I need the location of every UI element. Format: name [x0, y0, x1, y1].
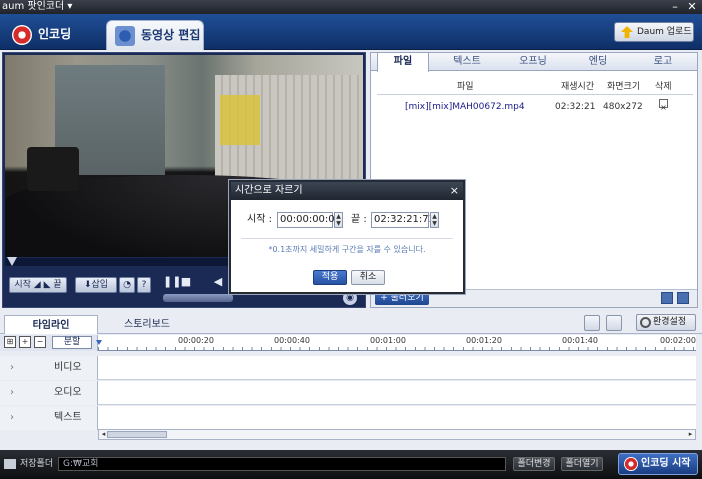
tick-label: 00:02:00 [660, 336, 696, 345]
thumbnail-view-icon[interactable] [661, 292, 673, 304]
dialog-title: 시간으로 자르기 [235, 185, 303, 196]
insert-button[interactable]: ⬇삽입 [75, 277, 117, 293]
col-duration: 재생시간 [561, 82, 595, 92]
track-label: 오디오 [54, 387, 82, 398]
timeline-tools: ⊞ + − 분할 [0, 335, 98, 351]
fit-icon[interactable]: ⊞ [4, 336, 16, 348]
folder-icon [4, 459, 16, 469]
delete-file-button[interactable]: × [659, 99, 668, 112]
encode-reel-icon [624, 457, 638, 471]
file-row[interactable]: [mix][mix]MAH00672.mp4 02:32:21 480x272 … [377, 99, 693, 115]
save-icon[interactable] [606, 315, 622, 331]
list-view-icon[interactable] [677, 292, 689, 304]
scissors-icon [115, 26, 135, 46]
change-folder-button[interactable]: 폴더변경 [513, 457, 555, 471]
col-size: 화면크기 [607, 82, 641, 92]
end-time-input[interactable]: 02:32:21:73 [371, 212, 435, 228]
tab-ending[interactable]: 엔딩 [573, 53, 623, 71]
tick-label: 00:00:20 [178, 336, 214, 345]
tick-label: 00:00:40 [274, 336, 310, 345]
file-duration: 02:32:21 [555, 102, 596, 112]
help-button[interactable]: ? [137, 277, 151, 293]
tick-label: 00:01:00 [370, 336, 406, 345]
minimize-button[interactable]: – [668, 0, 682, 14]
stop-button[interactable]: ■ [179, 275, 193, 289]
col-file: 파일 [457, 82, 474, 92]
bottom-bar: 저장폴더 G:₩교회 폴더변경 폴더열기 인코딩 시작 [0, 450, 702, 479]
window-title[interactable]: aum 팟인코더 ▾ [2, 0, 72, 14]
zoom-out-icon[interactable]: − [34, 336, 46, 348]
cancel-button[interactable]: 취소 [351, 270, 385, 285]
file-tabs: 파일 텍스트 오프닝 엔딩 로고 [371, 53, 697, 72]
encode-reel-icon [12, 25, 32, 45]
tab-opening[interactable]: 오프닝 [505, 53, 561, 71]
tab-video-edit[interactable]: 동영상 편집 [106, 20, 204, 50]
end-time-label: 끝 : [351, 214, 367, 225]
clock-icon[interactable]: ◔ [119, 277, 135, 293]
pause-button[interactable]: ❚❚ [163, 275, 181, 289]
mode-tab-bar: 인코딩 동영상 편집 Daum 업로드 [0, 14, 702, 50]
tab-file[interactable]: 파일 [377, 53, 429, 72]
dialog-hint: *0.1초까지 세밀하게 구간을 자를 수 있습니다. [268, 245, 426, 254]
track-video[interactable]: › 비디오 [0, 356, 696, 380]
title-bar: aum 팟인코더 ▾ – ✕ [0, 0, 702, 14]
dialog-close-button[interactable]: × [450, 182, 459, 200]
gear-icon [640, 317, 651, 328]
tab-video-edit-label: 동영상 편집 [141, 28, 201, 42]
start-time-spinner[interactable]: ▲ ▼ [334, 212, 343, 228]
track-text[interactable]: › 텍스트 [0, 406, 696, 430]
start-encoding-label: 인코딩 시작 [641, 458, 691, 469]
dialog-header: 시간으로 자르기 × [231, 182, 463, 200]
dialog-body: 시작 : 00:00:00:00 ▲ ▼ 끝 : 02:32:21:73 ▲ ▼ *… [231, 200, 463, 292]
tick-label: 00:01:40 [562, 336, 598, 345]
track-label: 비디오 [54, 362, 82, 373]
end-time-spinner[interactable]: ▲ ▼ [430, 212, 439, 228]
tab-text[interactable]: 텍스트 [441, 53, 493, 71]
file-size: 480x272 [603, 102, 643, 112]
apply-button[interactable]: 적용 [313, 270, 347, 285]
file-table-header: 파일 재생시간 화면크기 삭제 [377, 79, 693, 95]
file-name: [mix][mix]MAH00672.mp4 [405, 102, 525, 112]
close-button[interactable]: ✕ [685, 0, 699, 14]
tab-timeline[interactable]: 타임라인 [4, 315, 98, 334]
scroll-right-icon[interactable]: ▸ [686, 430, 695, 439]
cut-by-time-dialog: 시간으로 자르기 × 시작 : 00:00:00:00 ▲ ▼ 끝 : 02:32… [229, 180, 465, 294]
start-encoding-button[interactable]: 인코딩 시작 [618, 453, 698, 475]
folder-icon[interactable] [584, 315, 600, 331]
seek-handle[interactable] [7, 257, 17, 266]
split-button[interactable]: 분할 [52, 336, 92, 349]
track-audio[interactable]: › 오디오 [0, 381, 696, 405]
daum-upload-button[interactable]: Daum 업로드 [614, 22, 694, 42]
save-path-field[interactable]: G:₩교회 [58, 457, 506, 471]
app-window: aum 팟인코더 ▾ – ✕ 인코딩 동영상 편집 Daum 업로드 시작 ◢ … [0, 0, 702, 479]
timeline-scrollbar[interactable]: ◂ ▸ [98, 429, 696, 440]
start-time-input[interactable]: 00:00:00:00 [277, 212, 341, 228]
tick-label: 00:01:20 [466, 336, 502, 345]
chevron-right-icon[interactable]: › [10, 406, 14, 430]
settings-button[interactable]: 환경설정 [636, 314, 696, 331]
zoom-in-icon[interactable]: + [19, 336, 31, 348]
chevron-right-icon[interactable]: › [10, 381, 14, 405]
time-ruler[interactable]: 00:00:20 00:00:40 00:01:00 00:01:20 00:0… [98, 335, 696, 351]
tab-storyboard[interactable]: 스토리보드 [100, 315, 194, 334]
settings-label: 환경설정 [653, 317, 687, 327]
tab-encoding-label: 인코딩 [38, 27, 72, 41]
chevron-right-icon[interactable]: › [10, 356, 14, 380]
open-folder-button[interactable]: 폴더열기 [561, 457, 603, 471]
tab-logo[interactable]: 로고 [635, 53, 691, 71]
start-end-mark-button[interactable]: 시작 ◢ ◣ 끝 [9, 277, 67, 293]
start-time-label: 시작 : [247, 214, 272, 225]
save-folder-label: 저장폴더 [20, 459, 54, 469]
volume-slider[interactable] [163, 294, 233, 302]
scroll-thumb[interactable] [107, 431, 167, 438]
previous-button[interactable]: ◀ [211, 275, 225, 289]
tab-encoding[interactable]: 인코딩 [4, 20, 100, 50]
timeline-tab-bar: 타임라인 스토리보드 환경설정 [0, 312, 702, 334]
daum-upload-label: Daum 업로드 [637, 27, 692, 37]
track-label: 텍스트 [54, 412, 82, 423]
upload-arrow-icon [621, 26, 633, 38]
col-delete: 삭제 [655, 82, 672, 92]
